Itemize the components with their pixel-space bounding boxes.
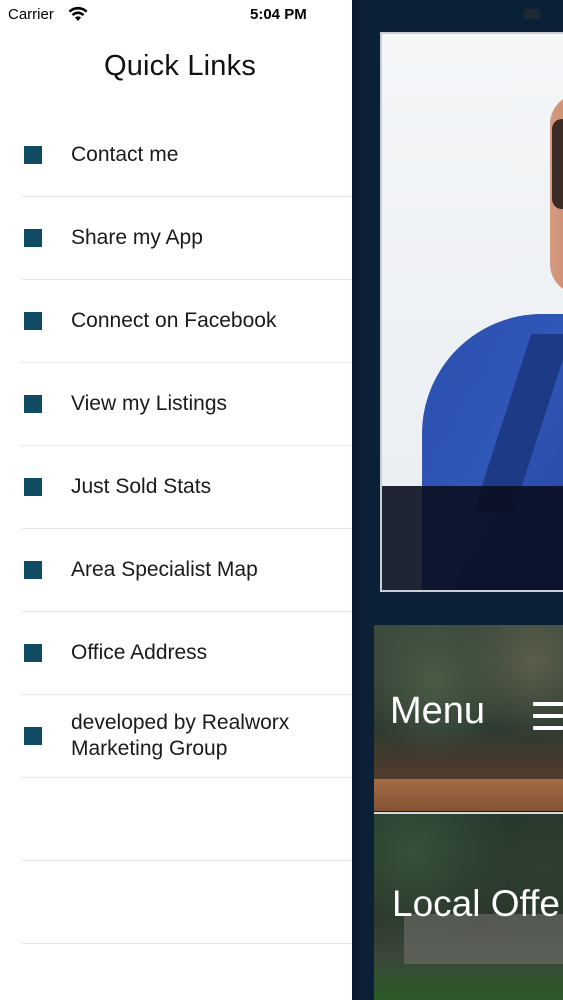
drawer-title: Quick Links: [103, 50, 257, 82]
square-bullet-icon: [24, 229, 42, 247]
link-label: Just Sold Stats: [71, 475, 212, 498]
link-area-specialist-map[interactable]: Area Specialist Map: [22, 529, 352, 612]
link-label: Area Specialist Map: [71, 558, 258, 581]
quick-links-list: Contact me Share my App Connect on Faceb…: [0, 114, 352, 944]
link-label: developed by Realworx Marketing Group: [71, 711, 290, 760]
wifi-icon: [68, 6, 88, 21]
local-office-label: Local Offe: [392, 883, 560, 924]
square-bullet-icon: [24, 561, 42, 579]
square-bullet-icon: [24, 478, 42, 496]
square-bullet-icon: [24, 395, 42, 413]
link-connect-facebook[interactable]: Connect on Facebook: [22, 280, 352, 363]
hamburger-icon[interactable]: [533, 702, 563, 730]
link-share-my-app[interactable]: Share my App: [22, 197, 352, 280]
link-label: Connect on Facebook: [71, 309, 277, 332]
photo-hair: [552, 119, 563, 209]
square-bullet-icon: [24, 146, 42, 164]
link-contact-me[interactable]: Contact me: [22, 114, 352, 197]
square-bullet-icon: [24, 312, 42, 330]
battery-icon: [524, 9, 540, 19]
main-app-background: Menu Local Offe: [352, 0, 563, 1000]
link-label: View my Listings: [71, 392, 228, 415]
square-bullet-icon: [24, 644, 42, 662]
link-just-sold-stats[interactable]: Just Sold Stats: [22, 446, 352, 529]
link-developer-credit[interactable]: developed by Realworx Marketing Group: [22, 695, 352, 778]
link-view-listings[interactable]: View my Listings: [22, 363, 352, 446]
link-label: Office Address: [71, 641, 208, 664]
link-label: Contact me: [71, 143, 179, 166]
link-label: Share my App: [71, 226, 203, 249]
photo-caption-band: [382, 486, 563, 590]
status-bar: Carrier 5:04 PM: [0, 0, 352, 30]
empty-row: [22, 778, 352, 861]
empty-row: [22, 861, 352, 944]
quick-links-drawer: Carrier 5:04 PM Quick Links Contact me S…: [0, 0, 352, 1000]
status-time: 5:04 PM: [250, 6, 307, 23]
carrier-label: Carrier: [8, 6, 54, 23]
square-bullet-icon: [24, 727, 42, 745]
agent-photo: [380, 32, 563, 592]
link-office-address[interactable]: Office Address: [22, 612, 352, 695]
menu-tile-label: Menu: [390, 690, 486, 732]
